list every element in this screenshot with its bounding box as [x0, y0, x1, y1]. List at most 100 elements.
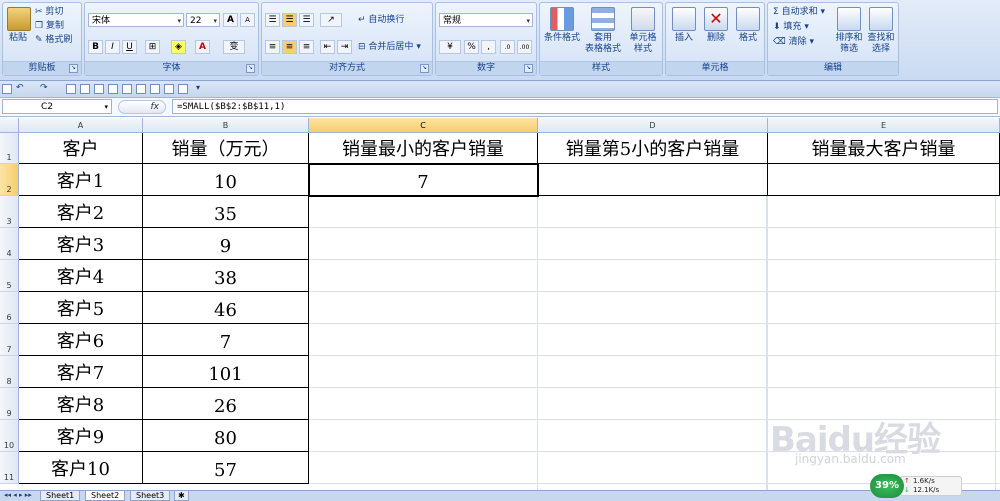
- insert-button[interactable]: 插入: [669, 7, 699, 44]
- decrease-decimal-icon[interactable]: .00: [517, 40, 532, 54]
- alignment-launcher-icon[interactable]: ↘: [420, 64, 429, 73]
- cell-b4[interactable]: 9: [143, 228, 309, 260]
- clear-button[interactable]: ⌫ 清除 ▾: [773, 37, 814, 48]
- cell-b10[interactable]: 80: [143, 420, 309, 452]
- cell-b1[interactable]: 销量（万元）: [143, 133, 309, 164]
- font-name-select[interactable]: 宋体 ▾: [88, 13, 184, 27]
- copy-button[interactable]: ❐ 复制: [35, 21, 64, 32]
- number-format-select[interactable]: 常规 ▾: [439, 13, 533, 27]
- row-header[interactable]: 4: [0, 228, 19, 260]
- row-header[interactable]: 2: [0, 164, 19, 196]
- row-header[interactable]: 10: [0, 420, 19, 452]
- camera-icon[interactable]: [136, 84, 146, 94]
- cell-b2[interactable]: 10: [143, 164, 309, 196]
- grid-icon[interactable]: [164, 84, 174, 94]
- cell-a4[interactable]: 客户3: [19, 228, 143, 260]
- font-launcher-icon[interactable]: ↘: [246, 64, 255, 73]
- cell-a7[interactable]: 客户6: [19, 324, 143, 356]
- decrease-indent-icon[interactable]: ⇤: [320, 40, 335, 54]
- cut-button[interactable]: ✂ 剪切: [35, 7, 63, 18]
- phonetic-button[interactable]: 变: [223, 40, 245, 54]
- format-as-table-button[interactable]: 套用 表格格式: [584, 7, 622, 55]
- cell-b5[interactable]: 38: [143, 260, 309, 292]
- cell-a11[interactable]: 客户10: [19, 452, 143, 484]
- italic-button[interactable]: I: [105, 40, 120, 54]
- chart-icon[interactable]: [178, 84, 188, 94]
- network-speed-widget[interactable]: ↑ 1.6K/s ↓ 12.1K/s 39%: [870, 474, 966, 498]
- align-center-icon[interactable]: ≡: [282, 40, 297, 54]
- tab-scroll-arrows-icon[interactable]: ◂◂ ◂ ▸ ▸▸: [4, 491, 32, 500]
- cell-b3[interactable]: 35: [143, 196, 309, 228]
- align-bottom-icon[interactable]: ☰: [299, 13, 314, 27]
- customize-qat-icon[interactable]: ▾: [196, 84, 206, 94]
- percent-button[interactable]: %: [464, 40, 479, 54]
- column-header-d[interactable]: D: [538, 118, 768, 133]
- row-header[interactable]: 1: [0, 133, 19, 164]
- cell-a10[interactable]: 客户9: [19, 420, 143, 452]
- cell-a5[interactable]: 客户4: [19, 260, 143, 292]
- cell-e1[interactable]: 销量最大客户销量: [768, 133, 1000, 164]
- paste-button[interactable]: 粘贴: [7, 7, 31, 44]
- cell-b8[interactable]: 101: [143, 356, 309, 388]
- column-header-c[interactable]: C: [309, 118, 538, 133]
- currency-icon[interactable]: ¥: [439, 40, 461, 54]
- page-setup-icon[interactable]: [122, 84, 132, 94]
- cell-b11[interactable]: 57: [143, 452, 309, 484]
- cell-e2[interactable]: [768, 164, 1000, 196]
- formula-input[interactable]: =SMALL($B$2:$B$11,1): [172, 99, 998, 114]
- increase-indent-icon[interactable]: ⇥: [337, 40, 352, 54]
- find-select-button[interactable]: 查找和 选择: [866, 7, 896, 55]
- clipboard-launcher-icon[interactable]: ↘: [69, 64, 78, 73]
- conditional-format-button[interactable]: 条件格式: [543, 7, 581, 44]
- sort-filter-button[interactable]: 排序和 筛选: [834, 7, 864, 55]
- cell-d2[interactable]: [538, 164, 768, 196]
- cell-styles-button[interactable]: 单元格 样式: [624, 7, 662, 55]
- fill-color-button[interactable]: ◈: [171, 40, 186, 54]
- font-size-select[interactable]: 22 ▾: [186, 13, 220, 27]
- row-header[interactable]: 9: [0, 388, 19, 420]
- align-left-icon[interactable]: ≡: [265, 40, 280, 54]
- format-painter-button[interactable]: ✎ 格式刷: [35, 35, 72, 46]
- save-icon[interactable]: [2, 84, 12, 94]
- select-all-corner[interactable]: [0, 118, 19, 133]
- align-middle-icon[interactable]: ☰: [282, 13, 297, 27]
- column-header-b[interactable]: B: [143, 118, 309, 133]
- row-header[interactable]: 8: [0, 356, 19, 388]
- column-header-e[interactable]: E: [768, 118, 1000, 133]
- orientation-icon[interactable]: ↗: [320, 13, 342, 27]
- row-header[interactable]: 7: [0, 324, 19, 356]
- cell-d1[interactable]: 销量第5小的客户销量: [538, 133, 768, 164]
- redo-icon[interactable]: ↷: [40, 84, 50, 94]
- row-header[interactable]: 5: [0, 260, 19, 292]
- underline-button[interactable]: U: [122, 40, 137, 54]
- bold-button[interactable]: B: [88, 40, 103, 54]
- row-header[interactable]: 6: [0, 292, 19, 324]
- cell-a8[interactable]: 客户7: [19, 356, 143, 388]
- shrink-font-button[interactable]: A: [240, 13, 255, 27]
- sheet-icon[interactable]: [150, 84, 160, 94]
- row-header[interactable]: 3: [0, 196, 19, 228]
- merge-center-button[interactable]: ⊟ 合并后居中 ▾: [358, 42, 421, 53]
- new-file-icon[interactable]: [80, 84, 90, 94]
- open-file-icon[interactable]: [94, 84, 104, 94]
- autosum-button[interactable]: Σ 自动求和 ▾: [773, 7, 825, 18]
- insert-function-button[interactable]: fx: [118, 100, 166, 114]
- number-launcher-icon[interactable]: ↘: [524, 64, 533, 73]
- cell-a1[interactable]: 客户: [19, 133, 143, 164]
- cell-b7[interactable]: 7: [143, 324, 309, 356]
- cell-b6[interactable]: 46: [143, 292, 309, 324]
- font-color-button[interactable]: A: [195, 40, 210, 54]
- grow-font-button[interactable]: A: [223, 13, 238, 27]
- borders-button[interactable]: ⊞: [145, 40, 160, 54]
- undo-icon[interactable]: ↶: [16, 84, 26, 94]
- align-top-icon[interactable]: ☰: [265, 13, 280, 27]
- cell-c2[interactable]: 7: [309, 164, 538, 196]
- cell-a9[interactable]: 客户8: [19, 388, 143, 420]
- cell-a6[interactable]: 客户5: [19, 292, 143, 324]
- cell-b9[interactable]: 26: [143, 388, 309, 420]
- delete-button[interactable]: ✕ 删除: [701, 7, 731, 44]
- form-icon[interactable]: [108, 84, 118, 94]
- format-cells-button[interactable]: 格式: [733, 7, 763, 44]
- increase-decimal-icon[interactable]: .0: [500, 40, 515, 54]
- cell-a2[interactable]: 客户1: [19, 164, 143, 196]
